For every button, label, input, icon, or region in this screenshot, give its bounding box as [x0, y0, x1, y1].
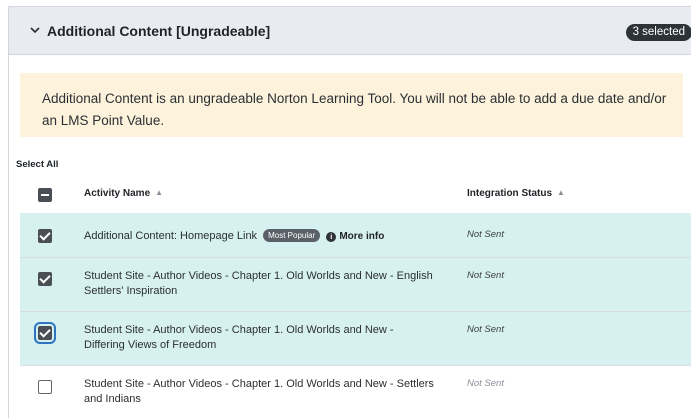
select-all-label[interactable]: Select All [16, 159, 58, 170]
select-all-checkbox[interactable] [38, 188, 52, 202]
activity-name-text: Additional Content: Homepage Link [84, 230, 258, 242]
activity-name: Additional Content: Homepage Link Most P… [84, 229, 434, 245]
more-info-link[interactable]: i More info [326, 230, 384, 245]
selected-count-badge: 3 selected [625, 24, 691, 41]
column-header-activity-name[interactable]: Activity Name ▲︎ [84, 188, 163, 199]
row-checkbox[interactable] [38, 272, 52, 286]
section-title: Additional Content [Ungradeable] [47, 23, 271, 39]
section-header[interactable]: Additional Content [Ungradeable] 3 selec… [9, 7, 691, 55]
integration-status: Not Sent [467, 270, 504, 281]
integration-status: Not Sent [467, 324, 504, 335]
info-icon: i [326, 232, 337, 242]
table-row[interactable]: Student Site - Author Videos - Chapter 1… [20, 258, 691, 312]
integration-status: Not Sent [467, 378, 504, 389]
sort-icon[interactable]: ▲︎ [557, 188, 565, 197]
table-row[interactable]: Additional Content: Homepage Link Most P… [20, 213, 691, 258]
activity-name: Student Site - Author Videos - Chapter 1… [84, 378, 434, 405]
row-checkbox[interactable] [38, 229, 52, 243]
row-checkbox[interactable] [34, 322, 56, 344]
sort-icon[interactable]: ▲︎ [155, 188, 163, 197]
row-checkbox[interactable] [38, 380, 52, 394]
most-popular-badge: Most Popular [263, 229, 321, 242]
chevron-down-icon[interactable] [29, 24, 41, 36]
integration-status: Not Sent [467, 229, 504, 240]
column-header-integration-status[interactable]: Integration Status ▲︎ [467, 188, 565, 199]
more-info-label: More info [339, 231, 385, 242]
table-row[interactable]: Student Site - Author Videos - Chapter 1… [20, 366, 691, 418]
notice-text: Additional Content is an ungradeable Nor… [42, 91, 667, 128]
column-header-activity-label: Activity Name [84, 188, 151, 199]
activity-name: Student Site - Author Videos - Chapter 1… [84, 324, 394, 351]
column-header-status-label: Integration Status [467, 188, 553, 199]
ungradeable-notice: Additional Content is an ungradeable Nor… [20, 73, 683, 137]
activity-name: Student Site - Author Videos - Chapter 1… [84, 270, 433, 297]
table-row[interactable]: Student Site - Author Videos - Chapter 1… [20, 312, 691, 366]
